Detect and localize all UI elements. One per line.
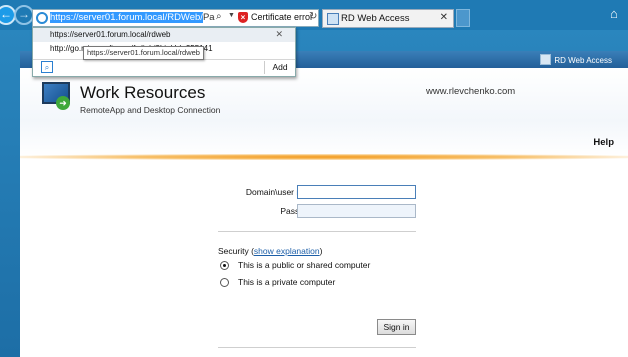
- sign-in-button[interactable]: Sign in: [377, 319, 416, 335]
- home-icon[interactable]: ⌂: [610, 7, 622, 20]
- tab-title: RD Web Access: [341, 13, 410, 24]
- page-title: Work Resources: [80, 83, 206, 102]
- public-computer-label[interactable]: This is a public or shared computer: [238, 260, 370, 270]
- rd-brand: RD Web Access: [540, 54, 612, 65]
- private-computer-radio[interactable]: [220, 278, 229, 287]
- address-selected-text: https://server01.forum.local/RDWeb/: [50, 12, 203, 23]
- shield-error-icon[interactable]: ×: [238, 12, 248, 23]
- connect-arrow-icon: ➜: [56, 96, 70, 110]
- refresh-icon[interactable]: ↻: [309, 11, 317, 22]
- address-bar[interactable]: https://server01.forum.local/RDWeb/Pages…: [32, 9, 319, 27]
- browser-window: ← → https://server01.forum.local/RDWeb/P…: [0, 0, 628, 357]
- page-icon: [327, 13, 339, 25]
- site-name: www.rlevchenko.com: [426, 86, 516, 97]
- rd-brand-label: RD Web Access: [554, 56, 612, 65]
- dropdown-arrow-icon[interactable]: ▼: [228, 12, 235, 19]
- help-link[interactable]: Help: [593, 137, 614, 148]
- public-computer-radio[interactable]: [220, 261, 229, 270]
- divider: [218, 231, 416, 232]
- username-input[interactable]: [297, 185, 416, 199]
- rd-web-access-icon: [540, 54, 552, 65]
- security-suffix: ): [319, 246, 323, 256]
- ie-icon: [36, 12, 48, 24]
- new-tab-button[interactable]: [456, 9, 470, 27]
- page-subtitle: RemoteApp and Desktop Connection: [80, 105, 221, 115]
- suggestion-item[interactable]: https://server01.forum.local/rdweb ✕: [33, 28, 295, 42]
- address-rest-text: Pages/en-: [202, 12, 215, 23]
- add-button[interactable]: Add: [264, 61, 295, 74]
- security-prefix: Security (: [218, 246, 254, 256]
- remoteapp-logo-icon: ➜: [38, 82, 72, 112]
- browser-toolbar: ← → https://server01.forum.local/RDWeb/P…: [0, 0, 628, 30]
- search-icon[interactable]: ⌕: [41, 61, 53, 73]
- close-tab-icon[interactable]: ✕: [440, 12, 448, 23]
- web-page: RD Web Access ➜ Work Resources RemoteApp…: [20, 51, 628, 357]
- remove-suggestion-icon[interactable]: ✕: [275, 29, 283, 40]
- page-header: ➜ Work Resources RemoteApp and Desktop C…: [20, 68, 628, 156]
- private-computer-label[interactable]: This is a private computer: [238, 277, 335, 287]
- search-icon[interactable]: ⌕: [216, 11, 222, 22]
- url-tooltip: https://server01.forum.local/rdweb: [83, 46, 204, 60]
- tab-rd-web-access[interactable]: RD Web Access ✕: [322, 9, 454, 28]
- certificate-error[interactable]: Certificate error: [251, 12, 313, 22]
- suggestion-text: https://server01.forum.local/rdweb: [50, 30, 171, 39]
- header-divider-glow: [20, 154, 628, 160]
- forward-button[interactable]: →: [14, 5, 34, 25]
- address-url[interactable]: https://server01.forum.local/RDWeb/Pages…: [50, 11, 215, 25]
- password-input[interactable]: [297, 204, 416, 218]
- divider-bottom: [218, 347, 416, 348]
- security-text: Security (show explanation): [218, 246, 322, 256]
- show-explanation-link[interactable]: show explanation: [254, 246, 320, 256]
